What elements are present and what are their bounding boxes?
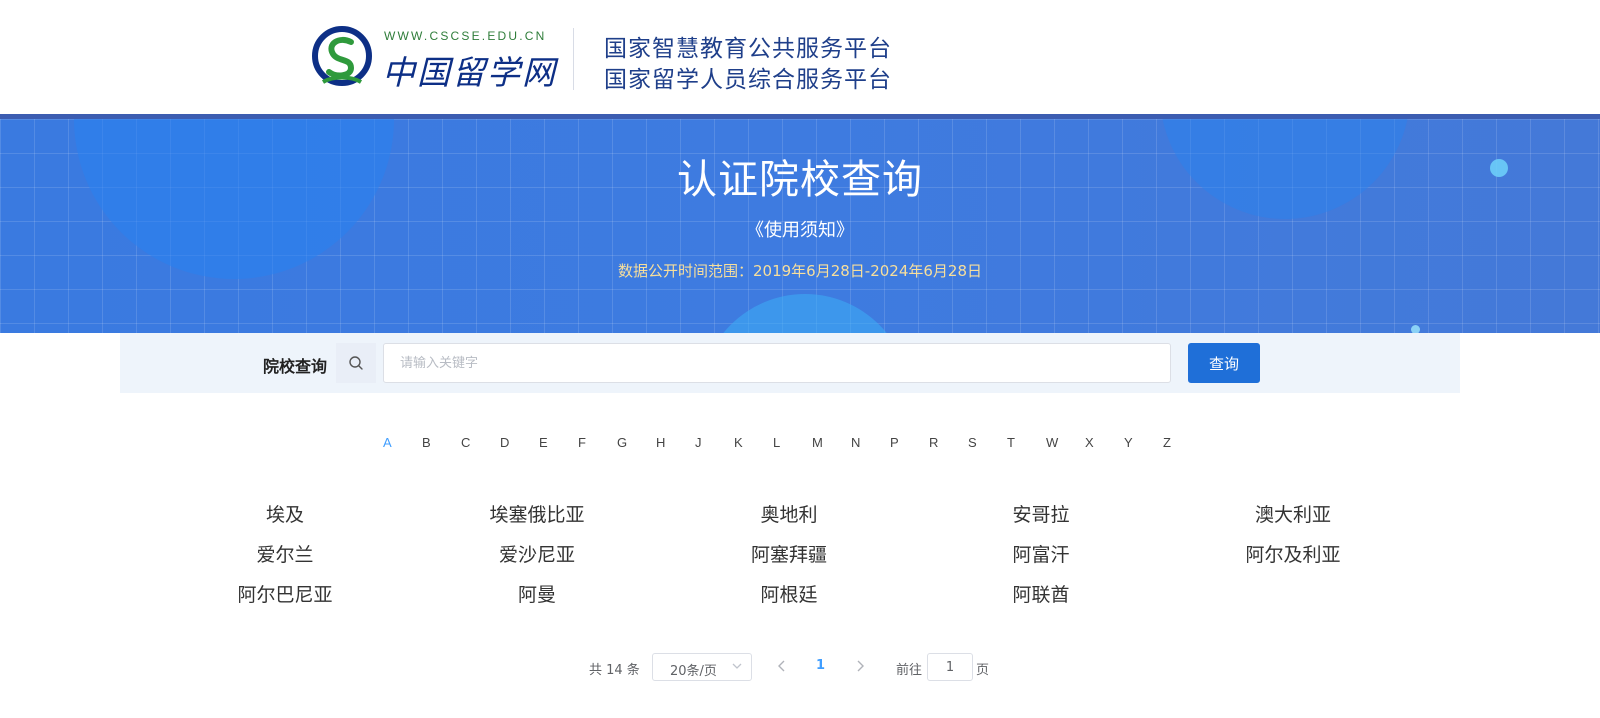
chevron-right-icon[interactable] bbox=[854, 659, 866, 677]
pagination: 共 14 条 20条/页 1 前往 页 bbox=[0, 653, 1600, 681]
letter-t[interactable]: T bbox=[1007, 435, 1015, 450]
country-item[interactable]: 爱沙尼亚 bbox=[437, 540, 637, 567]
country-item[interactable]: 阿曼 bbox=[437, 580, 637, 607]
search-input[interactable] bbox=[383, 343, 1171, 383]
goto-suffix: 页 bbox=[976, 663, 990, 678]
page-title: 认证院校查询 bbox=[677, 157, 923, 203]
country-item[interactable]: 澳大利亚 bbox=[1193, 500, 1393, 527]
letter-x[interactable]: X bbox=[1085, 435, 1094, 450]
goto-page-input[interactable] bbox=[927, 653, 973, 681]
country-item[interactable]: 阿富汗 bbox=[941, 540, 1141, 567]
country-item[interactable]: 阿尔及利亚 bbox=[1193, 540, 1393, 567]
banner-decor-dot bbox=[1411, 325, 1420, 333]
letter-a[interactable]: A bbox=[383, 435, 392, 450]
chevron-left-icon[interactable] bbox=[776, 659, 788, 677]
chevron-down-icon bbox=[731, 660, 743, 676]
search-icon bbox=[336, 343, 376, 383]
search-panel: 院校查询 查询 bbox=[120, 333, 1460, 393]
platform-name-line2: 国家留学人员综合服务平台 bbox=[604, 67, 892, 93]
header-divider bbox=[573, 28, 574, 90]
country-item[interactable]: 爱尔兰 bbox=[185, 540, 385, 567]
page-size-select[interactable]: 20条/页 bbox=[652, 653, 752, 681]
letter-m[interactable]: M bbox=[812, 435, 823, 450]
country-item[interactable]: 奥地利 bbox=[689, 500, 889, 527]
data-range-text: 数据公开时间范围：2019年6月28日-2024年6月28日 bbox=[617, 262, 983, 280]
letter-d[interactable]: D bbox=[500, 435, 509, 450]
letter-k[interactable]: K bbox=[734, 435, 743, 450]
letter-e[interactable]: E bbox=[539, 435, 548, 450]
platform-name-line1: 国家智慧教育公共服务平台 bbox=[604, 36, 892, 62]
letter-w[interactable]: W bbox=[1046, 435, 1058, 450]
country-item[interactable]: 阿联酋 bbox=[941, 580, 1141, 607]
letter-j[interactable]: J bbox=[695, 435, 702, 450]
country-item[interactable]: 安哥拉 bbox=[941, 500, 1141, 527]
letter-c[interactable]: C bbox=[461, 435, 470, 450]
letter-index: A B C D E F G H J K L M N P R S T W X Y … bbox=[383, 435, 1193, 455]
pagination-current-page[interactable]: 1 bbox=[816, 658, 825, 673]
search-label: 院校查询 bbox=[263, 357, 328, 376]
letter-r[interactable]: R bbox=[929, 435, 938, 450]
search-button[interactable]: 查询 bbox=[1188, 343, 1260, 383]
letter-h[interactable]: H bbox=[656, 435, 665, 450]
goto-prefix: 前往 bbox=[896, 663, 923, 678]
country-item[interactable]: 阿根廷 bbox=[689, 580, 889, 607]
site-header: WWW.CSCSE.EDU.CN 中国留学网 国家智慧教育公共服务平台 国家留学… bbox=[0, 0, 1600, 114]
pagination-total: 共 14 条 bbox=[589, 663, 640, 678]
letter-g[interactable]: G bbox=[617, 435, 627, 450]
country-item[interactable]: 阿尔巴尼亚 bbox=[185, 580, 385, 607]
letter-b[interactable]: B bbox=[422, 435, 431, 450]
cscse-logo-icon[interactable] bbox=[311, 26, 373, 90]
logo-name[interactable]: 中国留学网 bbox=[382, 46, 557, 94]
logo-url-text: WWW.CSCSE.EDU.CN bbox=[384, 29, 547, 43]
hero-banner: 认证院校查询 《使用须知》 数据公开时间范围：2019年6月28日-2024年6… bbox=[0, 119, 1600, 333]
country-item[interactable]: 埃塞俄比亚 bbox=[437, 500, 637, 527]
letter-n[interactable]: N bbox=[851, 435, 860, 450]
letter-y[interactable]: Y bbox=[1124, 435, 1133, 450]
letter-z[interactable]: Z bbox=[1163, 435, 1171, 450]
letter-s[interactable]: S bbox=[968, 435, 977, 450]
country-item[interactable]: 埃及 bbox=[185, 500, 385, 527]
usage-notice-link[interactable]: 《使用须知》 bbox=[0, 216, 1600, 242]
letter-l[interactable]: L bbox=[773, 435, 780, 450]
page-size-value: 20条/页 bbox=[670, 664, 717, 679]
letter-p[interactable]: P bbox=[890, 435, 899, 450]
country-item[interactable]: 阿塞拜疆 bbox=[689, 540, 889, 567]
letter-f[interactable]: F bbox=[578, 435, 586, 450]
